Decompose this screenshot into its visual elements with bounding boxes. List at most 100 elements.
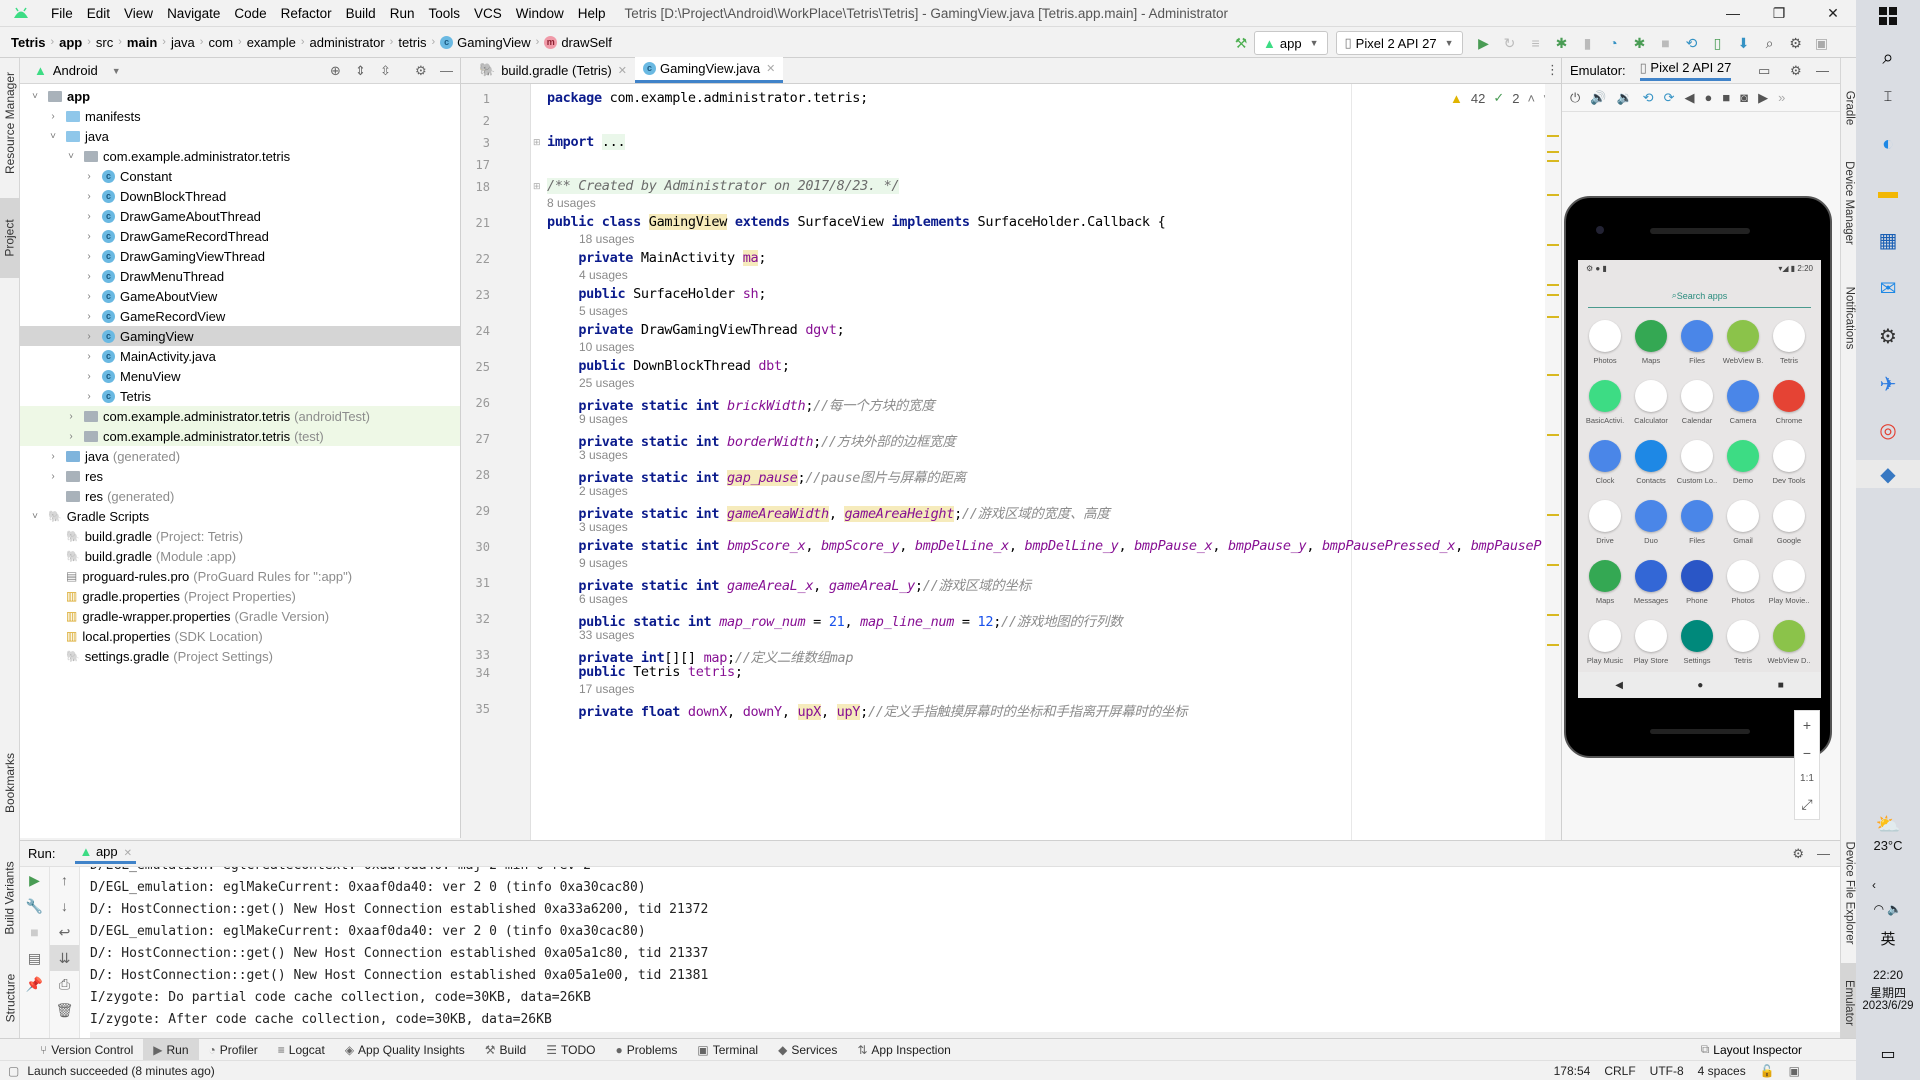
microsoft-store-icon[interactable]: ▦ [1872, 226, 1904, 254]
code-line[interactable]: private static int bmpScore_x, bmpScore_… [547, 538, 1541, 554]
run-settings-gear-icon[interactable]: ⚙ [1792, 846, 1804, 862]
run-tab-app[interactable]: ▲ app ✕ [75, 844, 137, 864]
tree-item[interactable]: › c DownBlockThread [20, 186, 460, 206]
menu-help[interactable]: Help [571, 6, 613, 21]
app-icon[interactable]: WebView D.. [1766, 620, 1812, 665]
breadcrumb-item[interactable]: administrator [307, 35, 388, 50]
breadcrumb-item[interactable]: Tetris [8, 35, 48, 50]
usages-hint[interactable]: 8 usages [547, 196, 596, 210]
warning-mark[interactable] [1547, 160, 1559, 162]
tree-item[interactable]: › c DrawGamingViewThread [20, 246, 460, 266]
search-icon[interactable]: ⌕ [1872, 44, 1904, 72]
chevron-right-icon[interactable]: › [82, 251, 96, 262]
previous-highlight-icon[interactable]: ˄ [1527, 91, 1535, 106]
usages-hint[interactable]: 17 usages [579, 682, 634, 696]
print-icon[interactable]: ⎙ [50, 971, 79, 997]
profile-icon[interactable]: ◔ [1601, 30, 1627, 56]
tool-tab-resource-manager[interactable]: Resource Manager [0, 68, 20, 178]
tree-item[interactable]: › c GameAboutView [20, 286, 460, 306]
apply-code-changes-icon[interactable]: ≡ [1523, 30, 1549, 56]
chevron-right-icon[interactable]: › [82, 351, 96, 362]
tool-tab-structure[interactable]: Structure [0, 958, 20, 1038]
app-icon[interactable]: Calculator [1628, 380, 1674, 425]
rerun-icon[interactable]: ▶ [20, 867, 49, 893]
zoom-actual-size-button[interactable]: 1:1 [1800, 773, 1814, 784]
pin-icon[interactable]: 📌 [20, 971, 49, 997]
warning-mark[interactable] [1547, 374, 1559, 376]
app-icon[interactable]: Duo [1628, 500, 1674, 545]
screen-record-icon[interactable]: ▶ [1758, 90, 1768, 106]
tree-item[interactable]: › com.example.administrator.tetris (androi… [20, 406, 460, 426]
task-view-icon[interactable]: ⌶ [1872, 82, 1904, 110]
scroll-to-end-icon[interactable]: ⇊ [50, 945, 79, 971]
line-separator[interactable]: CRLF [1604, 1064, 1635, 1078]
chevron-down-icon[interactable]: ˅ [46, 131, 60, 142]
tree-item[interactable]: › manifests [20, 106, 460, 126]
bottom-tab-logcat[interactable]: ≡ Logcat [268, 1039, 335, 1061]
chevron-right-icon[interactable]: › [82, 231, 96, 242]
code-line[interactable]: package com.example.administrator.tetris… [547, 90, 868, 106]
warning-mark[interactable] [1547, 135, 1559, 137]
usages-hint[interactable]: 2 usages [579, 484, 628, 498]
tree-item[interactable]: › c DrawMenuThread [20, 266, 460, 286]
usages-hint[interactable]: 3 usages [579, 520, 628, 534]
chevron-down-icon[interactable]: ▼ [112, 66, 121, 76]
maximize-icon[interactable]: ▭ [1758, 63, 1770, 79]
hide-panel-icon[interactable]: — [1816, 63, 1829, 78]
app-icon[interactable]: Photos [1720, 560, 1766, 605]
breadcrumb-item[interactable]: java [168, 35, 198, 50]
code-line[interactable]: private static int brickWidth;//每一个方块的宽度 [547, 394, 934, 414]
nav-recents-icon[interactable]: ■ [1778, 680, 1784, 691]
run-icon[interactable]: ▶ [1471, 30, 1497, 56]
usages-hint[interactable]: 33 usages [579, 628, 634, 642]
network-volume-icons[interactable]: ◠ 🔈 [1856, 902, 1920, 916]
app-icon[interactable]: Phone [1674, 560, 1720, 605]
account-avatar-icon[interactable]: ▣ [1809, 30, 1835, 56]
breadcrumb-item[interactable]: app [56, 35, 85, 50]
scroll-up-icon[interactable]: ↑ [50, 867, 79, 893]
more-actions-icon[interactable]: » [1778, 90, 1785, 105]
layout-inspector-tab[interactable]: ⧉ Layout Inspector [1701, 1042, 1802, 1057]
bottom-tab-services[interactable]: ◆ Services [768, 1039, 847, 1061]
warning-mark[interactable] [1547, 244, 1559, 246]
run-console[interactable]: D/EGL_emulation: eglCreateContext: 0xaaf… [90, 867, 1840, 1039]
app-icon[interactable]: Files [1674, 500, 1720, 545]
app-icon[interactable]: Custom Lo.. [1674, 440, 1720, 485]
app-icon[interactable]: Play Movie.. [1766, 560, 1812, 605]
code-line[interactable]: private MainActivity ma; [547, 250, 766, 266]
chevron-right-icon[interactable]: › [46, 451, 60, 462]
chevron-right-icon[interactable]: › [82, 291, 96, 302]
tree-item[interactable]: › java (generated) [20, 446, 460, 466]
action-center-icon[interactable]: ▭ [1872, 1040, 1904, 1068]
clock-time[interactable]: 22:20 [1856, 968, 1920, 982]
tree-item[interactable]: ▤ proguard-rules.pro (ProGuard Rules for "… [20, 566, 460, 586]
debug-icon[interactable]: ✱ [1549, 30, 1575, 56]
zoom-in-button[interactable]: + [1803, 717, 1811, 733]
rotate-right-icon[interactable]: ⟳ [1664, 90, 1675, 106]
breadcrumb-item[interactable]: tetris [395, 35, 429, 50]
error-stripe[interactable] [1545, 84, 1561, 840]
tree-item[interactable]: ˅ com.example.administrator.tetris [20, 146, 460, 166]
usages-hint[interactable]: 4 usages [579, 268, 628, 282]
app-icon[interactable]: Photos [1582, 320, 1628, 365]
usages-hint[interactable]: 9 usages [579, 412, 628, 426]
breadcrumb-item[interactable]: c GamingView [437, 35, 533, 50]
code-line[interactable]: private static int gameAreaWidth, gameAr… [547, 502, 1110, 522]
toggle-tool-windows-icon[interactable]: ▢ [8, 1064, 19, 1078]
usages-hint[interactable]: 10 usages [579, 340, 634, 354]
close-button[interactable]: ✕ [1810, 0, 1856, 26]
app-icon[interactable]: Maps [1582, 560, 1628, 605]
zoom-out-button[interactable]: − [1803, 745, 1811, 761]
emulator-device-tab[interactable]: ▯ Pixel 2 API 27 [1639, 60, 1732, 81]
bottom-tab-profiler[interactable]: ◔ Profiler [199, 1039, 268, 1061]
usages-hint[interactable]: 5 usages [579, 304, 628, 318]
inspection-widget[interactable]: ▲42 ✓2 ˄ ˅ [1450, 90, 1551, 106]
attach-debugger-icon[interactable]: ▮ [1575, 30, 1601, 56]
hide-panel-icon[interactable]: — [440, 63, 453, 78]
code-line[interactable]: private DrawGamingViewThread dgvt; [547, 322, 844, 338]
tree-item[interactable]: 🐘 build.gradle (Module :app) [20, 546, 460, 566]
file-explorer-icon[interactable]: ▬ [1872, 178, 1904, 206]
notification-event-icon[interactable]: ▣ [1789, 1064, 1800, 1078]
tree-item[interactable]: › c GameRecordView [20, 306, 460, 326]
warning-mark[interactable] [1547, 614, 1559, 616]
